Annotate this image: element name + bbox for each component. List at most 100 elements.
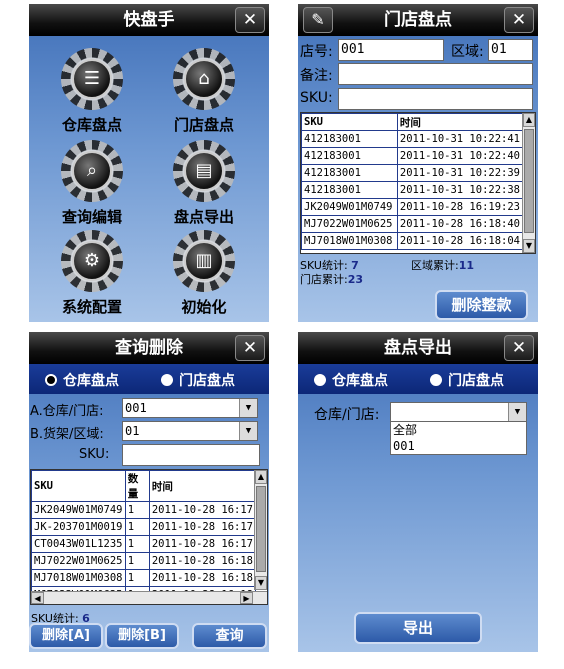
table-scrollbar[interactable]: ▲ ▼ [254,470,267,590]
scroll-thumb[interactable] [524,129,534,233]
screen-title: 门店盘点 [384,10,452,30]
screen-title: 查询删除 [115,338,183,358]
menu-store-count[interactable]: ⌂ 门店盘点 [149,48,259,138]
warehouse-store-dropdown[interactable]: ▼ [390,402,527,422]
scroll-down-icon[interactable]: ▼ [523,239,535,253]
cell-time: 2011-10-31 10:22:38 [396,181,524,199]
cell-time: 2011-10-28 16:18:40 [396,215,524,233]
radio-store[interactable]: 门店盘点 [161,370,235,390]
table-row[interactable]: MJ7018W01M0308 2011-10-28 16:18:04 [301,232,524,250]
menu-warehouse-count[interactable]: ☰ 仓库盘点 [37,48,147,138]
menu-initialize[interactable]: ▥ 初始化 [149,230,259,320]
menu-count-export[interactable]: ▤ 盘点导出 [149,140,259,230]
title-bar: 盘点导出 [298,332,538,364]
result-table: SKU 数量 时间 JK2049W01M0749 1 2011-10-28 16:17 … [30,469,268,605]
scroll-up-icon[interactable]: ▲ [255,470,267,484]
cell-sku: MJ7022W01M0625 [31,552,126,570]
table-row[interactable]: JK-203701M0019 1 2011-10-28 16:17 [31,518,257,536]
scroll-left-icon[interactable]: ◀ [31,592,44,604]
cell-qty: 1 [124,569,150,587]
cell-time: 2011-10-28 16:17 [148,518,257,536]
sku-label: SKU: [79,447,110,462]
area-label: 区域: [451,44,484,60]
cell-sku: JK-203701M0019 [31,518,126,536]
screen-title: 快盘手 [123,10,175,30]
table-hscrollbar[interactable]: ◀ ▶ [31,591,267,604]
mode-radio-bar: 仓库盘点 门店盘点 [29,364,269,394]
chevron-down-icon: ▼ [239,399,257,417]
cell-sku: MJ7018W01M0308 [301,232,398,250]
table-row[interactable]: JK2049W01M0749 1 2011-10-28 16:17 [31,501,257,519]
scroll-up-icon[interactable]: ▲ [523,113,535,127]
radio-warehouse[interactable]: 仓库盘点 [314,370,388,390]
delete-a-button[interactable]: 删除[A] [29,623,103,649]
query-button[interactable]: 查询 [192,623,267,649]
table-scrollbar[interactable]: ▲ ▼ [522,113,535,253]
trash-icon: ▥ [173,230,235,292]
cell-qty: 1 [124,518,150,536]
radio-warehouse[interactable]: 仓库盘点 [45,370,119,390]
close-button[interactable]: ✕ [504,335,534,361]
cell-sku: MJ7018W01M0308 [31,569,126,587]
table-row[interactable]: 412183001 2011-10-31 10:22:40 [301,147,524,165]
home-icon: ⌂ [173,48,235,110]
dropdown-list: 全部 001 [390,421,527,455]
delete-b-button[interactable]: 删除[B] [105,623,179,649]
screen-title: 盘点导出 [384,338,452,358]
radio-dot-icon [430,374,442,386]
table-row[interactable]: 412183001 2011-10-31 10:22:39 [301,164,524,182]
delete-all-button[interactable]: 删除整款 [435,290,528,320]
scroll-thumb[interactable] [256,486,266,572]
table-row[interactable]: MJ7018W01M0308 1 2011-10-28 16:18 [31,569,257,587]
cell-time: 2011-10-28 16:18 [148,569,257,587]
table-row[interactable]: 412183001 2011-10-31 10:22:38 [301,181,524,199]
sku-input[interactable] [338,88,533,110]
area-input[interactable]: 01 [488,39,533,61]
close-button[interactable]: ✕ [235,7,265,33]
menu-label: 盘点导出 [173,208,234,226]
col-header: 时间 [148,470,257,502]
scroll-right-icon[interactable]: ▶ [240,592,253,604]
store-total: 门店累计:23 [300,273,364,286]
warehouse-store-label: A.仓库/门店: [30,404,104,419]
menu-query-edit[interactable]: ⌕ 查询编辑 [37,140,147,230]
cell-time: 2011-10-31 10:22:41 [396,130,524,148]
table-row[interactable]: 412183001 2011-10-31 10:22:41 [301,130,524,148]
cell-sku: 412183001 [301,181,398,199]
shelf-area-dropdown[interactable]: 01 ▼ [122,421,258,441]
table-row[interactable]: MJ7022W01M0625 2011-10-28 16:18:40 [301,215,524,233]
option-all[interactable]: 全部 [391,422,526,438]
sku-input[interactable] [122,444,260,466]
scroll-down-icon[interactable]: ▼ [255,576,267,590]
radio-store[interactable]: 门店盘点 [430,370,504,390]
sku-label: SKU: [300,90,333,106]
table-row[interactable]: JK2049W01M0749 2011-10-28 16:19:23 [301,198,524,216]
main-menu-screen: 快盘手 ✕ ☰ 仓库盘点 ⌂ 门店盘点 ⌕ 查询编辑 ▤ 盘点导出 ⚙ 系统配置… [29,4,269,322]
note-input[interactable] [338,63,533,85]
menu-system-config[interactable]: ⚙ 系统配置 [37,230,147,320]
search-icon: ⌕ [61,140,123,202]
cell-qty: 1 [124,552,150,570]
option-001[interactable]: 001 [391,438,526,454]
cell-time: 2011-10-28 16:17 [148,535,257,553]
radio-dot-icon [45,374,57,386]
area-total: 区域累计:11 [411,259,475,272]
table-row[interactable]: CT0043W01L1235 1 2011-10-28 16:17 [31,535,257,553]
menu-label: 门店盘点 [173,116,234,134]
close-button[interactable]: ✕ [504,7,534,33]
store-input[interactable]: 001 [338,39,444,61]
close-button[interactable]: ✕ [235,335,265,361]
mode-radio-bar: 仓库盘点 门店盘点 [298,364,538,394]
menu-label: 查询编辑 [61,208,122,226]
export-button[interactable]: 导出 [354,612,482,644]
cell-sku: CT0043W01L1235 [31,535,126,553]
table-row[interactable]: MJ7022W01M062512011-10-28 16:18 [31,552,257,570]
cell-sku: 412183001 [301,147,398,165]
edit-icon[interactable]: ✎ [303,7,333,33]
cell-sku: 412183001 [301,164,398,182]
title-bar: 门店盘点 [298,4,538,36]
cell-time: 2011-10-28 16:17 [148,501,257,519]
warehouse-store-dropdown[interactable]: 001 ▼ [122,398,258,418]
col-header: SKU [31,470,126,502]
cell-sku: JK2049W01M0749 [301,198,398,216]
